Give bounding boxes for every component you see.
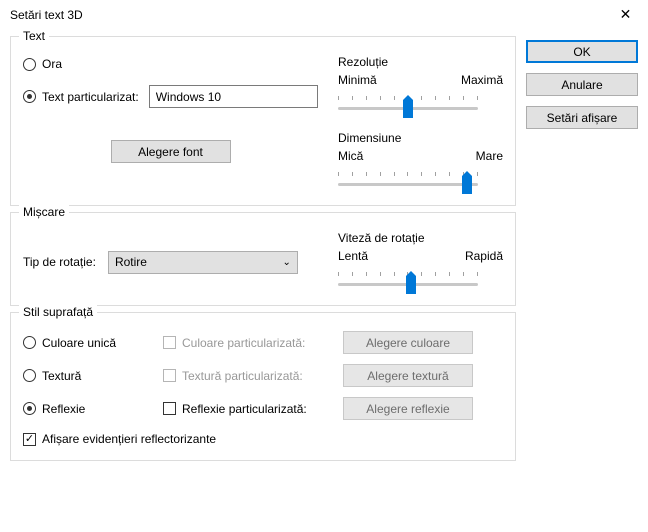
size-title: Dimensiune <box>338 131 503 145</box>
text-legend: Text <box>19 29 49 43</box>
choose-color-label: Alegere culoare <box>366 336 450 350</box>
movement-legend: Mișcare <box>19 205 69 219</box>
cancel-label: Anulare <box>561 78 602 92</box>
resolution-slider-group: Rezoluție Minimă Maximă <box>338 55 503 117</box>
rotation-type-combo[interactable]: Rotire ⌄ <box>108 251 298 274</box>
speed-min-label: Lentă <box>338 249 368 263</box>
choose-texture-label: Alegere textură <box>367 369 448 383</box>
size-min-label: Mică <box>338 149 363 163</box>
choose-color-button: Alegere culoare <box>343 331 473 354</box>
radio-solid-color[interactable]: Culoare unică <box>23 334 163 352</box>
radio-custom-text[interactable]: Text particularizat: <box>23 88 139 106</box>
window-title: Setări text 3D <box>10 8 83 22</box>
radio-reflection-label: Reflexie <box>42 402 85 416</box>
surface-legend: Stil suprafață <box>19 305 97 319</box>
resolution-slider[interactable] <box>338 93 478 117</box>
check-custom-reflection-label: Reflexie particularizată: <box>182 402 307 416</box>
choose-reflection-label: Alegere reflexie <box>366 402 449 416</box>
rotation-type-value: Rotire <box>115 255 147 269</box>
size-slider-group: Dimensiune Mică Mare <box>338 131 503 193</box>
radio-texture[interactable]: Textură <box>23 367 163 385</box>
check-custom-texture-label: Textură particularizată: <box>182 369 303 383</box>
radio-reflection[interactable]: Reflexie <box>23 400 163 418</box>
close-button[interactable]: ✕ <box>603 0 648 30</box>
check-custom-color: Culoare particularizată: <box>163 334 343 352</box>
ok-button[interactable]: OK <box>526 40 638 63</box>
radio-custom-label: Text particularizat: <box>42 90 139 104</box>
radio-solid-label: Culoare unică <box>42 336 116 350</box>
chevron-down-icon: ⌄ <box>283 257 291 268</box>
titlebar: Setări text 3D ✕ <box>0 0 648 30</box>
check-show-highlights[interactable]: Afișare evidențieri reflectorizante <box>23 430 473 448</box>
text-groupbox: Text Ora Text particularizat: <box>10 36 516 206</box>
speed-slider[interactable] <box>338 269 478 293</box>
radio-texture-label: Textură <box>42 369 81 383</box>
radio-time-label: Ora <box>42 57 62 71</box>
check-show-highlights-label: Afișare evidențieri reflectorizante <box>42 432 216 446</box>
cancel-button[interactable]: Anulare <box>526 73 638 96</box>
custom-text-input[interactable] <box>149 85 318 108</box>
size-max-label: Mare <box>476 149 503 163</box>
choose-font-button[interactable]: Alegere font <box>111 140 231 163</box>
check-custom-color-label: Culoare particularizată: <box>182 336 305 350</box>
speed-title: Viteză de rotație <box>338 231 503 245</box>
check-custom-texture: Textură particularizată: <box>163 367 343 385</box>
radio-time[interactable]: Ora <box>23 55 318 73</box>
speed-slider-group: Viteză de rotație Lentă Rapidă <box>338 231 503 293</box>
display-settings-button[interactable]: Setări afișare <box>526 106 638 129</box>
movement-groupbox: Mișcare Tip de rotație: Rotire ⌄ Viteză … <box>10 212 516 306</box>
check-custom-reflection[interactable]: Reflexie particularizată: <box>163 400 343 418</box>
resolution-max-label: Maximă <box>461 73 503 87</box>
speed-max-label: Rapidă <box>465 249 503 263</box>
ok-label: OK <box>573 45 590 59</box>
choose-font-label: Alegere font <box>138 145 203 159</box>
size-slider[interactable] <box>338 169 478 193</box>
resolution-min-label: Minimă <box>338 73 377 87</box>
resolution-title: Rezoluție <box>338 55 503 69</box>
display-settings-label: Setări afișare <box>547 111 618 125</box>
rotation-type-label: Tip de rotație: <box>23 255 96 269</box>
choose-texture-button: Alegere textură <box>343 364 473 387</box>
surface-groupbox: Stil suprafață Culoare unică Culoare par… <box>10 312 516 461</box>
choose-reflection-button: Alegere reflexie <box>343 397 473 420</box>
